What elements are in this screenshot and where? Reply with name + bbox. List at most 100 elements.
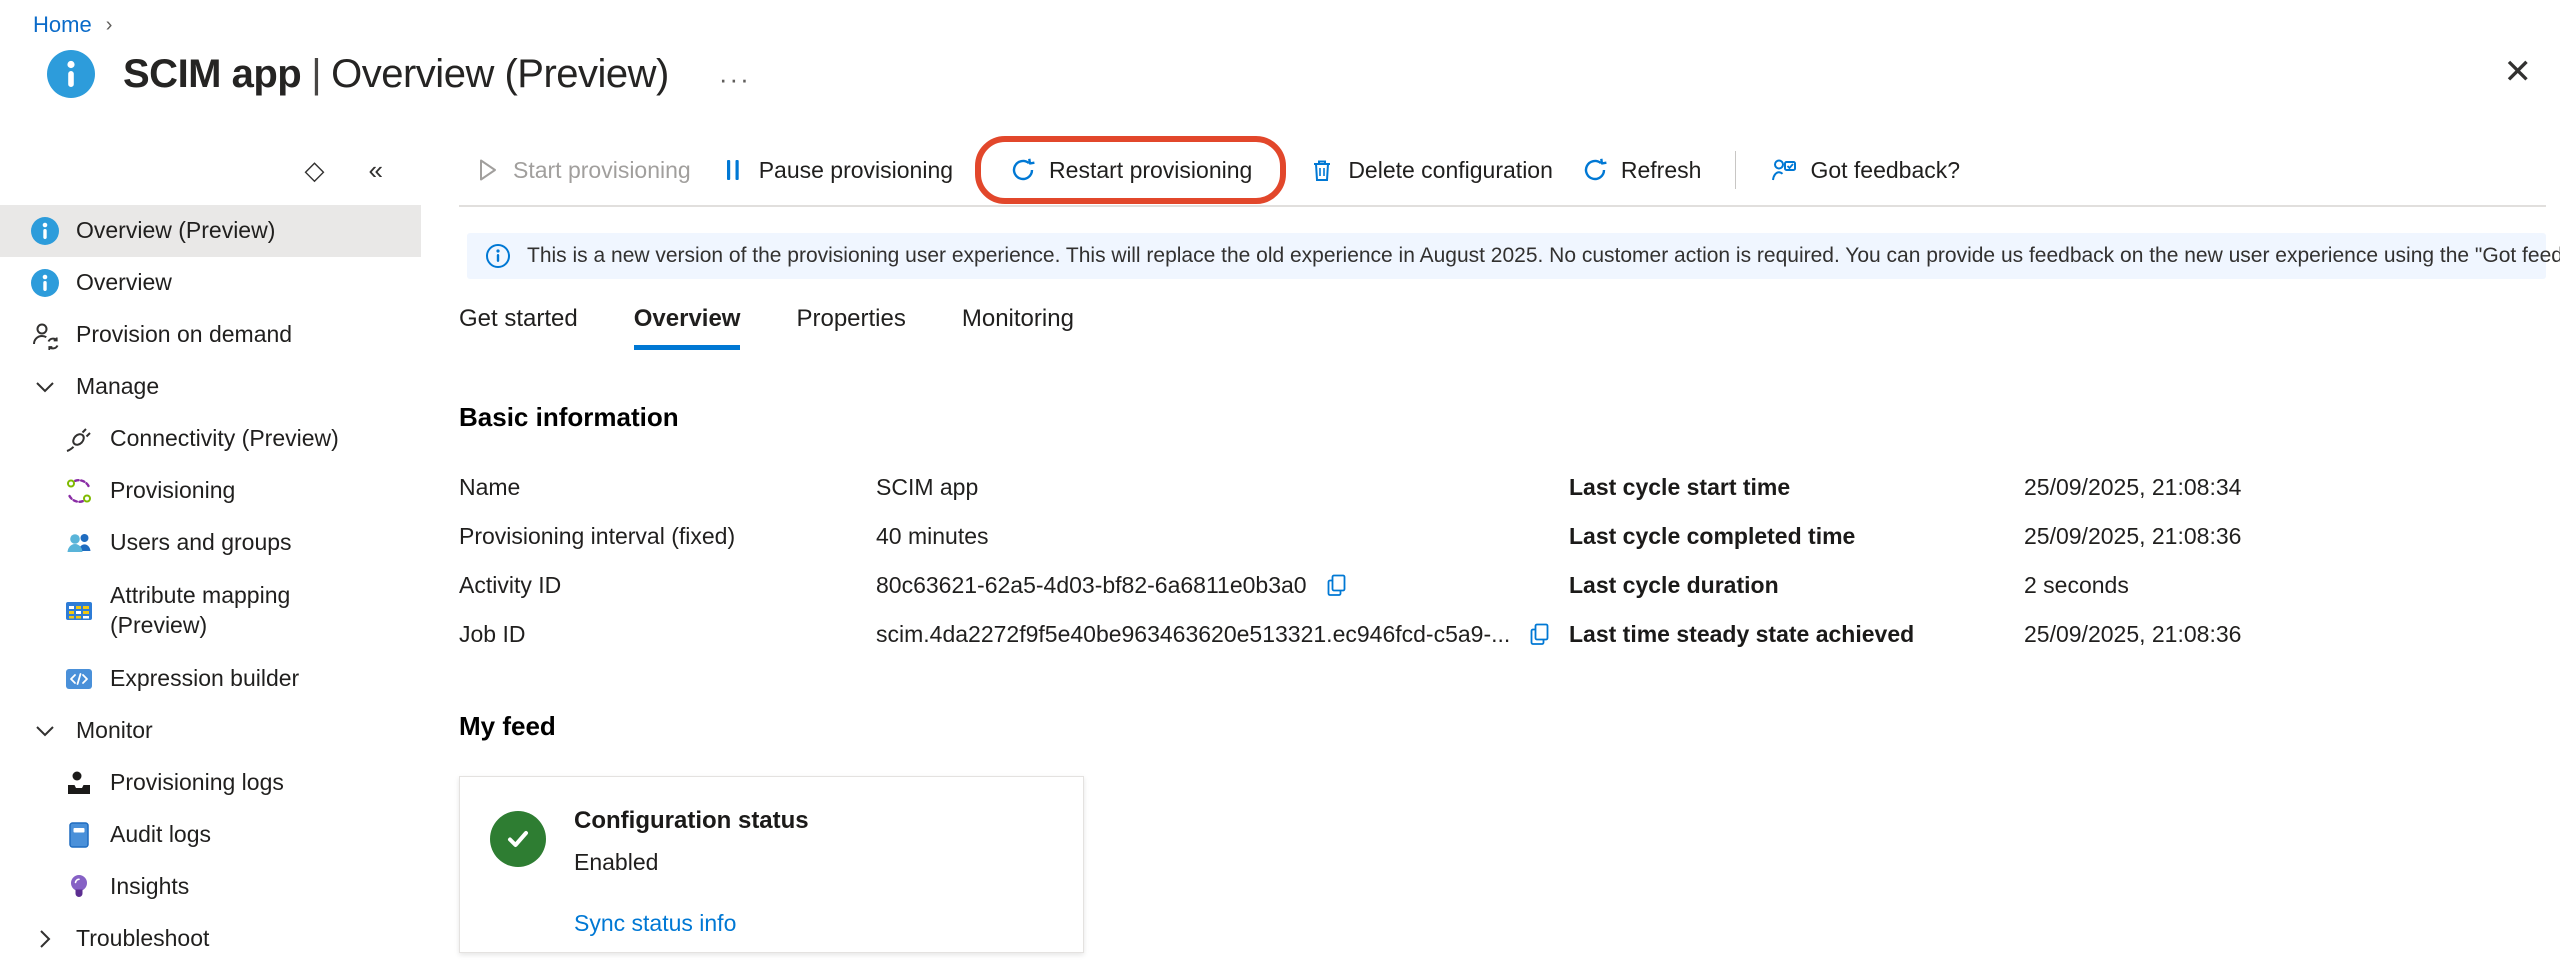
field-value: 2 seconds: [2024, 572, 2129, 599]
sync-status-info-link[interactable]: Sync status info: [574, 910, 736, 937]
sidebar-item-users-and-groups[interactable]: Users and groups: [0, 517, 421, 569]
field-value: 25/09/2025, 21:08:36: [2024, 523, 2241, 550]
page-title: SCIM app|Overview (Preview): [123, 52, 669, 97]
sidebar-item-audit-logs[interactable]: Audit logs: [0, 809, 421, 861]
pause-icon: [719, 156, 747, 184]
sidebar-item-label: Connectivity (Preview): [110, 424, 339, 454]
tab-properties[interactable]: Properties: [796, 305, 905, 350]
code-builder-icon: [62, 662, 96, 696]
sidebar-item-label: Users and groups: [110, 528, 292, 558]
info-row-steady-state: Last time steady state achieved 25/09/20…: [1569, 610, 2560, 659]
banner-text: This is a new version of the provisionin…: [527, 244, 2560, 268]
book-icon: [62, 818, 96, 852]
title-divider: |: [311, 52, 321, 96]
field-label: Activity ID: [459, 572, 876, 599]
sidebar-item-overview[interactable]: Overview: [0, 257, 421, 309]
sidebar-item-label: Overview (Preview): [76, 216, 275, 246]
basic-information-heading: Basic information: [459, 402, 2560, 433]
breadcrumb-chevron-icon: ›: [106, 14, 113, 37]
person-sync-icon: [28, 318, 62, 352]
info-row-last-cycle-start: Last cycle start time 25/09/2025, 21:08:…: [1569, 463, 2560, 512]
delete-configuration-button[interactable]: Delete configuration: [1294, 150, 1567, 190]
field-value: 25/09/2025, 21:08:34: [2024, 474, 2241, 501]
field-label: Job ID: [459, 621, 876, 648]
close-icon[interactable]: ✕: [2504, 55, 2533, 89]
toolbar-divider: [1735, 151, 1736, 189]
chevron-down-icon: [28, 370, 62, 404]
sidebar: ◇ « Overview (Preview) Overview Pro: [0, 135, 421, 980]
copy-icon[interactable]: [1526, 621, 1553, 648]
restart-provisioning-button[interactable]: Restart provisioning: [995, 150, 1266, 190]
tab-get-started[interactable]: Get started: [459, 305, 578, 350]
sidebar-item-provisioning-logs[interactable]: Provisioning logs: [0, 757, 421, 809]
play-icon: [473, 156, 501, 184]
refresh-button[interactable]: Refresh: [1567, 150, 1716, 190]
trash-icon: [1308, 156, 1336, 184]
info-icon: [47, 50, 95, 98]
chevron-right-icon: [28, 922, 62, 956]
main-content: Start provisioning Pause provisioning Re…: [421, 135, 2560, 980]
field-label: Provisioning interval (fixed): [459, 523, 876, 550]
page-header: SCIM app|Overview (Preview) ···: [47, 50, 751, 98]
field-value: 40 minutes: [876, 523, 989, 550]
sidebar-item-provision-on-demand[interactable]: Provision on demand: [0, 309, 421, 361]
basic-information-grid: Name SCIM app Provisioning interval (fix…: [459, 463, 2560, 659]
annotation-highlight: Restart provisioning: [975, 136, 1286, 204]
restart-icon: [1009, 156, 1037, 184]
resize-icon[interactable]: ◇: [305, 157, 325, 183]
field-label: Name: [459, 474, 876, 501]
configuration-status-card: Configuration status Enabled Sync status…: [459, 776, 1084, 953]
sidebar-item-connectivity-preview[interactable]: Connectivity (Preview): [0, 413, 421, 465]
info-row-provisioning-interval: Provisioning interval (fixed) 40 minutes: [459, 512, 1569, 561]
sidebar-item-label: Insights: [110, 872, 189, 902]
sidebar-item-insights[interactable]: Insights: [0, 861, 421, 913]
page-title-text: Overview (Preview): [331, 52, 669, 96]
more-options-icon[interactable]: ···: [719, 56, 751, 92]
sidebar-item-label: Provision on demand: [76, 320, 292, 350]
sidebar-group-troubleshoot[interactable]: Troubleshoot: [0, 913, 421, 965]
info-row-last-cycle-completed: Last cycle completed time 25/09/2025, 21…: [1569, 512, 2560, 561]
sidebar-group-monitor[interactable]: Monitor: [0, 705, 421, 757]
button-label: Pause provisioning: [759, 157, 953, 184]
sidebar-item-label: Overview: [76, 268, 172, 298]
basic-information-right-column: Last cycle start time 25/09/2025, 21:08:…: [1569, 463, 2560, 659]
tab-bar: Get started Overview Properties Monitori…: [459, 305, 2560, 350]
sidebar-item-label: Attribute mapping (Preview): [110, 581, 390, 641]
tab-overview[interactable]: Overview: [634, 305, 741, 350]
provisioning-cycle-icon: [62, 474, 96, 508]
card-title: Configuration status: [574, 807, 809, 835]
sidebar-group-manage[interactable]: Manage: [0, 361, 421, 413]
info-row-activity-id: Activity ID 80c63621-62a5-4d03-bf82-6a68…: [459, 561, 1569, 610]
feedback-icon: [1770, 156, 1798, 184]
info-row-last-cycle-duration: Last cycle duration 2 seconds: [1569, 561, 2560, 610]
breadcrumb-home-link[interactable]: Home: [33, 12, 92, 38]
table-mapping-icon: [62, 594, 96, 628]
field-label: Last cycle start time: [1569, 474, 2024, 501]
scim-app-overview-page: Home › ✕ SCIM app|Overview (Preview) ···…: [0, 0, 2560, 980]
sidebar-group-label: Monitor: [76, 716, 153, 746]
info-row-job-id: Job ID scim.4da2272f9f5e40be963463620e51…: [459, 610, 1569, 659]
sidebar-item-attribute-mapping-preview[interactable]: Attribute mapping (Preview): [0, 569, 421, 653]
tab-monitoring[interactable]: Monitoring: [962, 305, 1074, 350]
sidebar-item-provisioning[interactable]: Provisioning: [0, 465, 421, 517]
sidebar-item-expression-builder[interactable]: Expression builder: [0, 653, 421, 705]
button-label: Refresh: [1621, 157, 1702, 184]
button-label: Start provisioning: [513, 157, 691, 184]
button-label: Got feedback?: [1810, 157, 1960, 184]
lightbulb-icon: [62, 870, 96, 904]
sidebar-item-label: Expression builder: [110, 664, 299, 694]
info-row-name: Name SCIM app: [459, 463, 1569, 512]
field-value: scim.4da2272f9f5e40be963463620e513321.ec…: [876, 621, 1510, 648]
sidebar-nav: Overview (Preview) Overview Provision on…: [0, 205, 421, 965]
start-provisioning-button[interactable]: Start provisioning: [459, 150, 705, 190]
copy-icon[interactable]: [1323, 572, 1350, 599]
command-bar-divider: [459, 205, 2546, 207]
info-icon: [28, 266, 62, 300]
status-value: Enabled: [574, 849, 809, 876]
sidebar-item-overview-preview[interactable]: Overview (Preview): [0, 205, 421, 257]
sidebar-group-label: Troubleshoot: [76, 924, 209, 954]
field-label: Last cycle completed time: [1569, 523, 2024, 550]
collapse-menu-icon[interactable]: «: [369, 157, 383, 183]
got-feedback-button[interactable]: Got feedback?: [1756, 150, 1974, 190]
pause-provisioning-button[interactable]: Pause provisioning: [705, 150, 967, 190]
